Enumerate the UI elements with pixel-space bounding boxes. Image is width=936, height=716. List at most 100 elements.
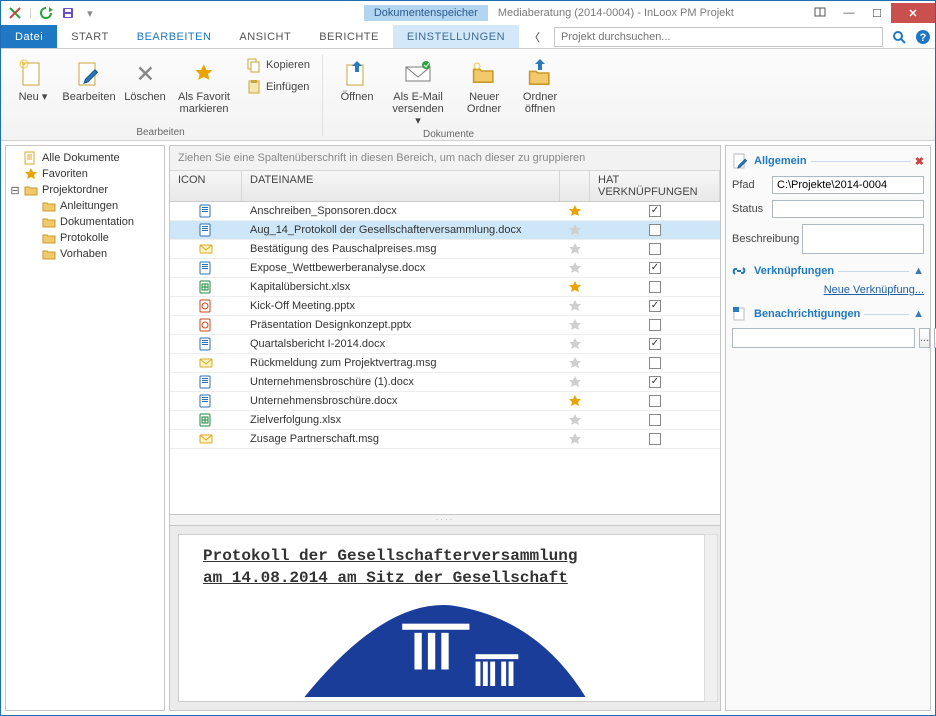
browse-button[interactable]: ... (919, 328, 930, 348)
tree-favorites[interactable]: Favoriten (8, 166, 162, 182)
path-field[interactable] (772, 176, 924, 194)
favorite-star-icon[interactable] (568, 432, 582, 446)
tree-folder-item[interactable]: Protokolle (8, 230, 162, 246)
tab-bearbeiten[interactable]: BEARBEITEN (123, 25, 226, 48)
minimize-button[interactable]: — (835, 3, 863, 23)
table-row[interactable]: Expose_Wettbewerberanalyse.docx (170, 259, 720, 278)
col-icon[interactable]: ICON (170, 171, 242, 201)
file-name-cell: Aug_14_Protokoll der Gesellschafterversa… (242, 224, 560, 236)
favorite-star-icon[interactable] (568, 394, 582, 408)
tree-all-documents[interactable]: Alle Dokumente (8, 150, 162, 166)
table-row[interactable]: Kapitalübersicht.xlsx (170, 278, 720, 297)
has-link-checkbox[interactable] (649, 224, 661, 236)
ribbon-edit-button[interactable]: Bearbeiten (61, 51, 117, 103)
has-link-checkbox[interactable] (649, 433, 661, 445)
has-link-checkbox[interactable] (649, 319, 661, 331)
has-link-checkbox[interactable] (649, 205, 661, 217)
help-button[interactable]: ? (911, 25, 935, 49)
has-link-checkbox[interactable] (649, 281, 661, 293)
tree-folder-item[interactable]: Dokumentation (8, 214, 162, 230)
close-button[interactable]: ✕ (891, 3, 935, 23)
file-type-icon (199, 375, 213, 389)
favorite-star-icon[interactable] (568, 337, 582, 351)
status-field[interactable] (772, 200, 924, 218)
favorite-star-icon[interactable] (568, 356, 582, 370)
col-favorite[interactable] (560, 171, 590, 201)
has-link-checkbox[interactable] (649, 243, 661, 255)
table-row[interactable]: Rückmeldung zum Projektvertrag.msg (170, 354, 720, 373)
table-row[interactable]: Zielverfolgung.xlsx (170, 411, 720, 430)
favorite-star-icon[interactable] (568, 318, 582, 332)
has-link-checkbox[interactable] (649, 300, 661, 312)
favorite-star-icon[interactable] (568, 299, 582, 313)
qat-dropdown-icon[interactable]: ▾ (82, 5, 98, 21)
ribbon-copy-button[interactable]: Kopieren (242, 55, 314, 75)
pin-window-icon[interactable] (813, 5, 829, 21)
tab-settings[interactable]: EINSTELLUNGEN (393, 25, 519, 48)
favorite-star-icon[interactable] (568, 280, 582, 294)
table-row[interactable]: Zusage Partnerschaft.msg (170, 430, 720, 449)
notification-field[interactable] (732, 328, 915, 348)
link-icon (732, 264, 750, 278)
ribbon-open-folder-button[interactable]: Ordner öffnen (512, 51, 568, 115)
ribbon-new-button[interactable]: Neu ▾ (5, 51, 61, 103)
favorite-star-icon[interactable] (568, 413, 582, 427)
file-name-cell: Unternehmensbroschüre.docx (242, 395, 560, 407)
col-has-links[interactable]: HAT VERKNÜPFUNGEN (590, 171, 720, 201)
has-link-checkbox[interactable] (649, 414, 661, 426)
preview-scrollbar[interactable] (704, 534, 718, 702)
collapse-ribbon-icon[interactable]: 〈 (519, 25, 550, 48)
splitter[interactable]: ···· (169, 515, 721, 525)
notify-icon (732, 306, 750, 322)
document-preview: Protokoll der Gesellschafterversammlung … (178, 534, 712, 702)
tab-file[interactable]: Datei (1, 25, 57, 48)
section-close-icon[interactable]: ✖ (915, 155, 924, 168)
favorite-star-icon[interactable] (568, 204, 582, 218)
ribbon-new-folder-button[interactable]: Neuer Ordner (456, 51, 512, 115)
refresh-icon[interactable] (38, 5, 54, 21)
search-input[interactable] (554, 27, 883, 47)
col-filename[interactable]: DATEINAME (242, 171, 560, 201)
save-icon[interactable] (60, 5, 76, 21)
tree-project-folder[interactable]: ⊟Projektordner (8, 182, 162, 198)
new-link-action[interactable]: Neue Verknüpfung... (732, 284, 924, 296)
has-link-checkbox[interactable] (649, 395, 661, 407)
table-row[interactable]: Unternehmensbroschüre.docx (170, 392, 720, 411)
ribbon-paste-button[interactable]: Einfügen (242, 77, 314, 97)
ribbon-open-button[interactable]: Öffnen (329, 51, 385, 103)
favorite-star-icon[interactable] (568, 261, 582, 275)
has-link-checkbox[interactable] (649, 262, 661, 274)
titlebar: | ▾ Dokumentenspeicher Mediaberatung (20… (1, 1, 935, 25)
section-collapse-icon[interactable]: ▲ (913, 265, 924, 277)
has-link-checkbox[interactable] (649, 376, 661, 388)
tab-start[interactable]: START (57, 25, 123, 48)
table-row[interactable]: Bestätigung des Pauschalpreises.msg (170, 240, 720, 259)
file-type-icon (199, 318, 213, 332)
sync-cross-icon[interactable] (7, 5, 23, 21)
favorite-star-icon[interactable] (568, 242, 582, 256)
table-row[interactable]: Kick-Off Meeting.pptx (170, 297, 720, 316)
tab-berichte[interactable]: BERICHTE (305, 25, 393, 48)
doc-edit-icon (732, 152, 750, 170)
tree-folder-item[interactable]: Vorhaben (8, 246, 162, 262)
ribbon-email-button[interactable]: Als E-Mail versenden ▾ (385, 51, 451, 127)
has-link-checkbox[interactable] (649, 357, 661, 369)
favorite-star-icon[interactable] (568, 223, 582, 237)
description-field[interactable] (802, 224, 924, 254)
table-row[interactable]: Präsentation Designkonzept.pptx (170, 316, 720, 335)
tab-ansicht[interactable]: ANSICHT (225, 25, 305, 48)
tree-folder-item[interactable]: Anleitungen (8, 198, 162, 214)
window-title: Mediaberatung (2014-0004) - InLoox PM Pr… (490, 7, 813, 19)
table-row[interactable]: Aug_14_Protokoll der Gesellschafterversa… (170, 221, 720, 240)
search-box (550, 25, 887, 48)
ribbon-delete-button[interactable]: Löschen (117, 51, 173, 103)
section-collapse-icon-2[interactable]: ▲ (913, 308, 924, 320)
search-button[interactable] (887, 25, 911, 49)
table-row[interactable]: Anschreiben_Sponsoren.docx (170, 202, 720, 221)
ribbon-favorite-button[interactable]: Als Favorit markieren (173, 51, 235, 115)
has-link-checkbox[interactable] (649, 338, 661, 350)
table-row[interactable]: Quartalsbericht I-2014.docx (170, 335, 720, 354)
favorite-star-icon[interactable] (568, 375, 582, 389)
table-row[interactable]: Unternehmensbroschüre (1).docx (170, 373, 720, 392)
maximize-button[interactable]: ☐ (863, 3, 891, 23)
